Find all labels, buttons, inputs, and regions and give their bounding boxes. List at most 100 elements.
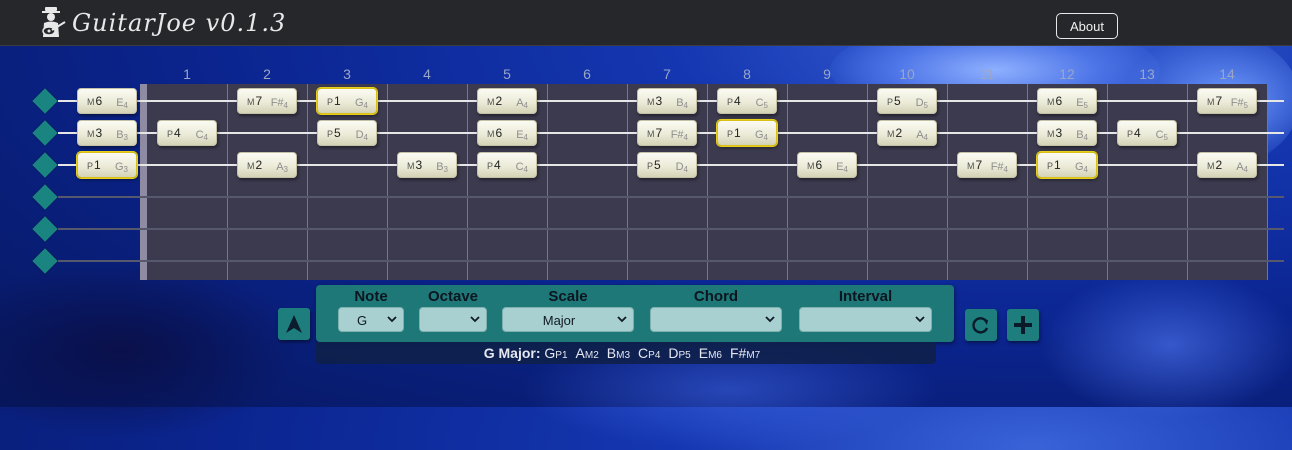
interval-number: 2: [895, 126, 903, 140]
diamond-icon[interactable]: [32, 120, 58, 146]
note-marker[interactable]: M7 F#4: [957, 152, 1017, 178]
scale-select[interactable]: Major: [502, 307, 634, 332]
scale-note: B: [606, 345, 617, 361]
note-pitch: D5: [916, 97, 928, 110]
note-marker[interactable]: P1 G4: [717, 120, 777, 146]
fret-line: [787, 84, 788, 280]
diamond-icon[interactable]: [32, 88, 58, 114]
note-marker[interactable]: P1 G4: [317, 88, 377, 114]
note-marker[interactable]: P5 D5: [877, 88, 937, 114]
note-interval: P4: [167, 126, 181, 140]
interval-number: 1: [334, 94, 341, 108]
note-marker[interactable]: M6 E4: [797, 152, 857, 178]
refresh-button[interactable]: [965, 309, 997, 341]
note-pitch: A3: [276, 161, 288, 174]
note-marker[interactable]: P4 C5: [1117, 120, 1177, 146]
note-interval: M6: [1047, 94, 1062, 108]
note-interval: P1: [727, 126, 741, 140]
scale-summary-line: G Major: GP1 AM2 BM3 CP4 DP5 EM6 F#M7: [316, 345, 936, 361]
interval-quality: M: [487, 129, 495, 139]
note-marker[interactable]: P5 D4: [637, 152, 697, 178]
note-marker[interactable]: M6 E4: [77, 88, 137, 114]
scale-degree: P1: [555, 350, 568, 361]
note-name: G: [114, 161, 124, 173]
about-button[interactable]: About: [1056, 13, 1118, 39]
note-marker[interactable]: M7 F#4: [637, 120, 697, 146]
diamond-icon[interactable]: [32, 248, 58, 274]
note-interval: P5: [887, 94, 901, 108]
note-name: B: [1076, 129, 1084, 141]
note-octave: 4: [283, 101, 288, 110]
note-interval: P5: [647, 158, 661, 172]
note-marker[interactable]: M3 B4: [1037, 120, 1097, 146]
note-octave: 4: [843, 165, 848, 174]
add-button[interactable]: [1007, 309, 1039, 341]
note-pitch: G4: [755, 129, 768, 142]
note-name: A: [276, 161, 284, 173]
octave-select[interactable]: [419, 307, 487, 332]
note-octave: 4: [923, 133, 928, 142]
note-name: D: [915, 97, 924, 109]
note-marker[interactable]: M3 B3: [77, 120, 137, 146]
interval-quality: M: [1207, 97, 1215, 107]
chord-select[interactable]: [650, 307, 782, 332]
fret-number: 9: [823, 66, 831, 82]
note-marker[interactable]: P5 D4: [317, 120, 377, 146]
note-pitch: D4: [356, 129, 368, 142]
note-marker[interactable]: P4 C4: [477, 152, 537, 178]
note-interval: M7: [967, 158, 982, 172]
chord-label: Chord: [693, 288, 739, 305]
note-marker[interactable]: M3 B4: [637, 88, 697, 114]
note-name: G: [354, 97, 364, 109]
note-marker[interactable]: P4 C5: [717, 88, 777, 114]
note-name: E: [516, 129, 524, 141]
navigation-arrow-button[interactable]: [278, 308, 310, 340]
note-interval: M2: [1207, 158, 1222, 172]
note-name: F#: [990, 161, 1004, 173]
note-pitch: F#4: [991, 161, 1008, 174]
interval-select[interactable]: [799, 307, 932, 332]
fret-number: 8: [743, 66, 751, 82]
note-octave: 4: [523, 165, 528, 174]
note-select[interactable]: G: [338, 307, 404, 332]
chevron-down-icon: [765, 316, 775, 323]
app-title: GuitarJoe v0.1.3: [72, 9, 287, 37]
note-marker[interactable]: M6 E5: [1037, 88, 1097, 114]
note-marker[interactable]: M3 B3: [397, 152, 457, 178]
interval-number: 4: [734, 94, 741, 108]
note-interval: M7: [1207, 94, 1222, 108]
scale-degree: M2: [584, 350, 599, 361]
note-marker[interactable]: M2 A4: [1197, 152, 1257, 178]
note-marker[interactable]: P4 C4: [157, 120, 217, 146]
diamond-icon[interactable]: [32, 152, 58, 178]
interval-label: Interval: [838, 288, 893, 305]
note-interval: P4: [1127, 126, 1141, 140]
fret-line: [467, 84, 468, 280]
note-marker[interactable]: M2 A3: [237, 152, 297, 178]
control-panel: Note Octave Scale Chord Interval G Major: [316, 285, 954, 342]
scale-note: G: [544, 345, 556, 361]
note-marker[interactable]: M2 A4: [477, 88, 537, 114]
note-name: A: [916, 129, 924, 141]
scale-degree: M6: [708, 350, 722, 361]
note-marker[interactable]: M7 F#5: [1197, 88, 1257, 114]
interval-number: 4: [1134, 126, 1141, 140]
note-marker[interactable]: M7 F#4: [237, 88, 297, 114]
note-name: E: [836, 161, 844, 173]
fret-number: 12: [1059, 66, 1075, 82]
note-pitch: F#4: [271, 97, 288, 110]
interval-number: 7: [655, 126, 663, 140]
note-marker[interactable]: P1 G3: [77, 152, 137, 178]
note-name: B: [676, 97, 684, 109]
note-marker[interactable]: M6 E4: [477, 120, 537, 146]
note-marker[interactable]: P1 G4: [1037, 152, 1097, 178]
note-pitch: D4: [676, 161, 688, 174]
note-interval: M2: [887, 126, 902, 140]
note-marker[interactable]: M2 A4: [877, 120, 937, 146]
fret-number: 13: [1139, 66, 1155, 82]
note-octave: 4: [523, 101, 528, 110]
nut: [140, 84, 147, 280]
diamond-icon[interactable]: [32, 184, 58, 210]
brand[interactable]: GuitarJoe v0.1.3: [36, 6, 286, 40]
diamond-icon[interactable]: [32, 216, 58, 242]
